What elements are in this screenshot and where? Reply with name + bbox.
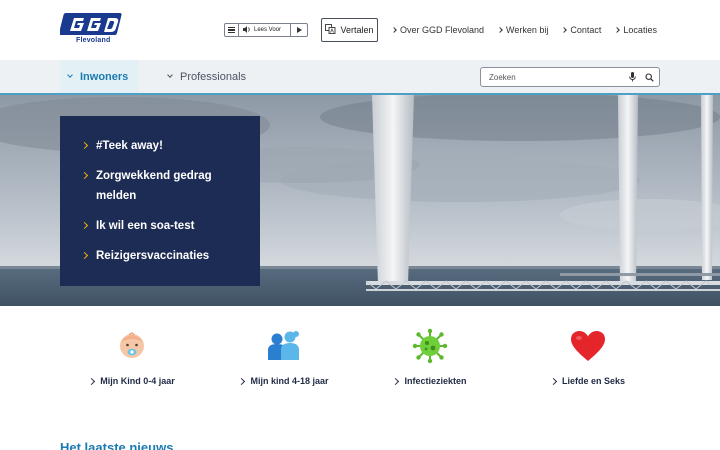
chevron-down-icon	[67, 72, 73, 78]
category-label: Infectieziekten	[404, 376, 467, 386]
chevron-right-icon	[392, 377, 400, 385]
link-label: Over GGD Flevoland	[400, 25, 485, 35]
link-contact[interactable]: Contact	[561, 25, 602, 35]
play-icon	[296, 27, 302, 33]
readspeaker-widget[interactable]: Lees Voor	[224, 23, 308, 37]
chevron-right-icon	[391, 27, 397, 33]
chevron-right-icon	[614, 27, 621, 33]
category-mijn-kind-4-18[interactable]: Mijn kind 4-18 jaar	[209, 328, 359, 386]
baby-icon	[57, 328, 207, 364]
link-over-ggd[interactable]: Over GGD Flevoland	[391, 25, 485, 35]
hero-banner: #Teek away! Zorgwekkend gedrag melden Ik…	[0, 95, 720, 306]
category-mijn-kind-0-4[interactable]: Mijn Kind 0-4 jaar	[57, 328, 207, 386]
hero-link-label: Zorgwekkend gedrag melden	[96, 170, 212, 202]
hero-link-soa-test[interactable]: Ik wil een soa-test	[80, 216, 240, 236]
hero-links-panel: #Teek away! Zorgwekkend gedrag melden Ik…	[60, 116, 260, 286]
chevron-right-icon	[88, 377, 96, 385]
chevron-right-icon	[80, 221, 89, 230]
category-label: Liefde en Seks	[561, 376, 626, 386]
category-label: Mijn Kind 0-4 jaar	[100, 376, 175, 386]
chevron-right-icon	[238, 377, 246, 385]
category-label: Mijn kind 4-18 jaar	[250, 376, 329, 386]
tab-label: Professionals	[180, 70, 247, 83]
category-infectieziekten[interactable]: Infectieziekten	[355, 328, 505, 386]
read-aloud-label: Lees Voor	[254, 27, 282, 33]
chevron-right-icon	[561, 27, 568, 33]
heart-icon	[513, 328, 663, 364]
tab-inwoners[interactable]: Inwoners	[60, 60, 138, 93]
hero-link-teek-away[interactable]: #Teek away!	[80, 136, 240, 156]
link-label: Locaties	[623, 25, 657, 35]
link-label: Werken bij	[506, 25, 549, 35]
children-icon	[209, 328, 359, 364]
logo-region: Flevoland	[76, 37, 111, 44]
speaker-icon	[243, 25, 251, 35]
chevron-down-icon	[167, 72, 173, 78]
hero-link-label: Reizigersvaccinaties	[96, 250, 210, 262]
play-button[interactable]	[291, 24, 307, 36]
hero-link-label: Ik wil een soa-test	[96, 220, 195, 232]
translate-icon	[325, 24, 336, 36]
link-werken-bij[interactable]: Werken bij	[497, 25, 549, 35]
top-header: Flevoland Lees Voor Vertalen Over GGD Fl…	[0, 0, 720, 60]
translate-button[interactable]: Vertalen	[321, 18, 378, 42]
search-input[interactable]	[489, 72, 625, 82]
news-section-title: Het laatste nieuws	[60, 440, 174, 450]
chevron-right-icon	[80, 141, 89, 150]
top-links: Over GGD Flevoland Werken bij Contact Lo…	[391, 25, 657, 35]
link-locaties[interactable]: Locaties	[614, 25, 657, 35]
category-liefde-en-seks[interactable]: Liefde en Seks	[513, 328, 663, 386]
tab-professionals[interactable]: Professionals	[167, 60, 247, 93]
chevron-right-icon	[80, 251, 89, 260]
hero-link-reizigersvaccinaties[interactable]: Reizigersvaccinaties	[80, 246, 240, 266]
read-aloud-button[interactable]: Lees Voor	[239, 24, 291, 36]
chevron-right-icon	[549, 377, 558, 385]
microphone-icon[interactable]	[625, 72, 639, 82]
tab-label: Inwoners	[80, 70, 129, 83]
hero-link-label: #Teek away!	[96, 140, 163, 152]
menu-icon[interactable]	[225, 24, 239, 36]
main-nav: Inwoners Professionals	[0, 60, 720, 95]
translate-label: Vertalen	[340, 25, 374, 35]
search-icon[interactable]	[642, 72, 656, 82]
chevron-right-icon	[497, 27, 503, 33]
category-tiles: Mijn Kind 0-4 jaar Mijn kind 4-18 jaar I…	[0, 306, 720, 416]
hero-link-zorgwekkend-gedrag[interactable]: Zorgwekkend gedrag melden	[80, 166, 240, 206]
search-box	[480, 67, 660, 87]
link-label: Contact	[570, 25, 602, 35]
virus-icon	[355, 328, 505, 364]
chevron-right-icon	[80, 171, 89, 180]
